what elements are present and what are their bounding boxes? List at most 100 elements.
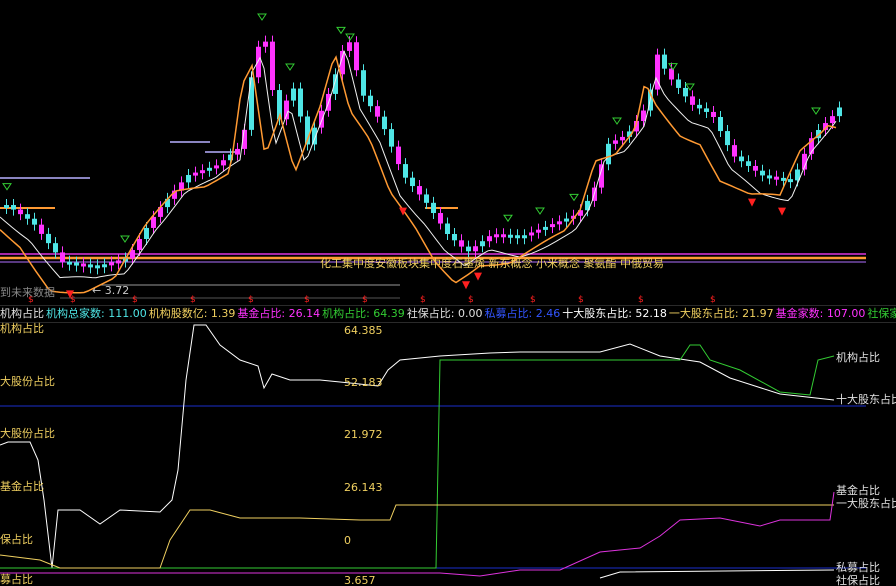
- value-label-social: 0: [344, 534, 351, 547]
- candle-body: [424, 194, 429, 203]
- candle-body: [109, 262, 114, 266]
- candle-body: [536, 229, 541, 233]
- sell-arrow-icon: [120, 235, 130, 243]
- candle-body: [515, 235, 520, 239]
- candle-body: [718, 117, 723, 132]
- candle-body: [88, 264, 93, 268]
- dollar-marker-icon: $: [638, 295, 644, 305]
- candle-body: [263, 41, 268, 47]
- candle-body: [298, 88, 303, 117]
- candle-body: [389, 129, 394, 147]
- dollar-marker-icon: $: [420, 295, 426, 305]
- candle-body: [333, 74, 338, 94]
- candle-body: [767, 175, 772, 179]
- candle-body: [508, 234, 513, 238]
- candle-body: [788, 179, 793, 183]
- candle-body: [270, 41, 275, 91]
- dollar-marker-icon: $: [530, 295, 536, 305]
- candle-body: [522, 235, 527, 239]
- right-label-top1: 一大股东占比: [836, 497, 896, 510]
- candle-body: [557, 221, 562, 225]
- candle-body: [396, 146, 401, 165]
- status-field: 基金占比: 26.14: [237, 307, 321, 320]
- left-label-fund: 基金占比: [0, 480, 44, 493]
- candle-body: [487, 236, 492, 242]
- candle-body: [501, 234, 506, 238]
- sell-arrow-icon: [569, 193, 579, 202]
- panel-divider-bottom: [0, 322, 896, 323]
- sell-arrow-icon: [285, 63, 295, 71]
- candle-body: [669, 68, 674, 80]
- candle-body: [11, 205, 16, 210]
- status-field: 机构总家数: 111.00: [46, 307, 147, 320]
- candle-body: [361, 70, 366, 96]
- candle-body: [676, 79, 681, 88]
- buy-arrow-icon: [778, 207, 786, 216]
- chart-canvas[interactable]: $ $ $ $ $ $ $ $ $ $ $ $ $: [0, 0, 896, 586]
- candle-body: [445, 223, 450, 235]
- dollar-marker-icon: $: [70, 295, 76, 305]
- dollar-marker-icon: $: [468, 295, 474, 305]
- value-label-top10: 52.183: [344, 376, 383, 389]
- dollar-marker-icon: $: [578, 295, 584, 305]
- candle-body: [417, 186, 422, 195]
- dollar-marker-icon: $: [710, 295, 716, 305]
- candle-body: [830, 116, 835, 124]
- candle-body: [480, 241, 485, 247]
- buy-arrow-icon: [462, 281, 470, 290]
- sell-arrow-icon: [257, 13, 267, 21]
- candle-body: [438, 213, 443, 224]
- candle-body: [116, 260, 121, 264]
- candle-body: [53, 243, 58, 253]
- right-label-top10: 十大股东占比: [836, 393, 896, 406]
- low-price-marker: ← 3.72: [92, 284, 130, 297]
- candle-body: [711, 111, 716, 118]
- status-field: 基金家数: 107.00: [775, 307, 866, 320]
- status-field: 十大股东占比: 52.18: [562, 307, 667, 320]
- candle-body: [46, 233, 51, 244]
- buy-arrow-icon: [474, 272, 482, 281]
- candle-body: [494, 234, 499, 238]
- left-label-social: 保占比: [0, 533, 33, 546]
- candle-body: [606, 143, 611, 165]
- status-field: 私募占比: 2.46: [484, 307, 561, 320]
- candle-body: [74, 262, 79, 266]
- candle-body: [431, 202, 436, 214]
- candle-body: [207, 167, 212, 171]
- candle-body: [620, 136, 625, 141]
- sell-arrow-icon: [612, 117, 622, 125]
- dollar-marker-icon: $: [190, 295, 196, 305]
- future-data-label: 到未来数据: [0, 286, 55, 299]
- candle-body: [4, 205, 9, 208]
- candle-body: [130, 250, 135, 259]
- candle-body: [186, 174, 191, 183]
- right-label-private: 私募占比: [836, 561, 880, 574]
- candle-body: [214, 165, 219, 169]
- concept-tags: 化工集中度安徽板块集中度石墨烯 新东概念 小米概念 聚氨酯 中俄贸易: [320, 257, 664, 270]
- candle-body: [67, 261, 72, 265]
- value-label-inst: 64.385: [344, 324, 383, 337]
- candle-body: [347, 42, 352, 51]
- candle-body: [466, 246, 471, 252]
- candle-body: [529, 232, 534, 236]
- value-label-top1: 21.972: [344, 428, 383, 441]
- candle-body: [18, 209, 23, 215]
- candle-body: [151, 216, 156, 228]
- status-field: 机构占比: 64.39: [322, 307, 405, 320]
- candle-body: [39, 224, 44, 234]
- candle-body: [550, 224, 555, 228]
- value-label-fund: 26.143: [344, 481, 383, 494]
- sell-arrow-icon: [503, 214, 513, 223]
- candle-body: [473, 246, 478, 252]
- candle-body: [256, 46, 261, 78]
- candle-body: [459, 240, 464, 247]
- candle-body: [144, 227, 149, 239]
- value-label-private: 3.657: [344, 574, 376, 586]
- dollar-marker-icon: $: [248, 295, 254, 305]
- candle-body: [543, 226, 548, 230]
- sell-arrow-icon: [336, 26, 346, 35]
- stock-chart-window: $ $ $ $ $ $ $ $ $ $ $ $ $ 到未来数据 ← 3.72 化工集中度安徽板块集中度石…: [0, 0, 896, 586]
- candle-body: [81, 263, 86, 267]
- candle-body: [221, 160, 226, 166]
- candle-body: [760, 170, 765, 176]
